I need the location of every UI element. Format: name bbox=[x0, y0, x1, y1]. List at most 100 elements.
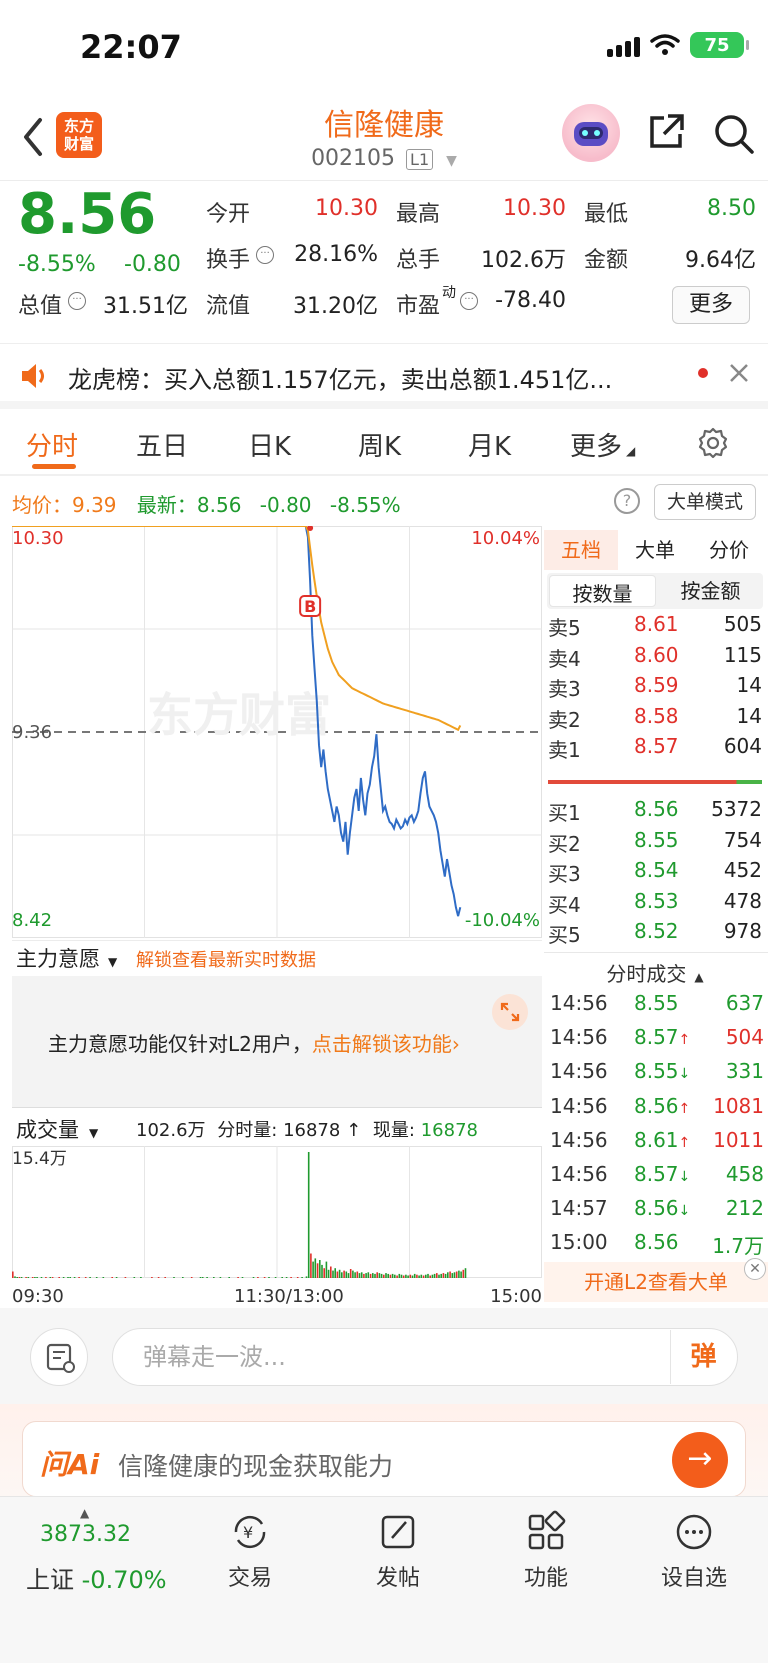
volume-bar bbox=[400, 1274, 403, 1278]
volume-bar bbox=[431, 1274, 434, 1278]
stat-value: 31.51亿 bbox=[103, 294, 188, 319]
tab-big-orders[interactable]: 大单 bbox=[618, 530, 692, 570]
expand-icon[interactable] bbox=[492, 994, 528, 1030]
watermark: 东方财富 bbox=[147, 688, 331, 742]
intraday-chart[interactable]: 东方财富 10.30 8.42 9.36 10.04% -10.04% B bbox=[12, 526, 542, 938]
ask-row[interactable]: 卖2 8.58 14 bbox=[548, 704, 762, 736]
nav-post[interactable]: 发帖 bbox=[338, 1510, 458, 1592]
volume-bar bbox=[307, 1152, 310, 1278]
volume-bar bbox=[133, 1277, 136, 1278]
unlock-feature-link[interactable]: 点击解锁该功能 bbox=[312, 1032, 452, 1056]
tick-price: 8.56↓ bbox=[634, 1196, 691, 1221]
tab-weekly-k[interactable]: 周K bbox=[358, 426, 401, 463]
tab-five-day[interactable]: 五日 bbox=[136, 426, 188, 463]
volume-bar bbox=[84, 1277, 87, 1278]
volume-bar bbox=[365, 1273, 367, 1278]
indicator-select[interactable]: 主力意愿 ▼ bbox=[16, 943, 117, 973]
level-price: 8.57 bbox=[634, 734, 679, 758]
ask-row[interactable]: 卖1 8.57 604 bbox=[548, 734, 762, 766]
volume-bar bbox=[411, 1275, 414, 1278]
pct-max-label: 10.04% bbox=[471, 528, 540, 549]
indicator-unlock-link[interactable]: 解锁查看最新实时数据 bbox=[136, 946, 316, 972]
volume-bar bbox=[49, 1277, 52, 1278]
volume-bar bbox=[190, 1277, 193, 1278]
share-icon[interactable] bbox=[646, 112, 686, 152]
big-order-mode-button[interactable]: 大单模式 bbox=[654, 484, 756, 520]
level-name: 买4 bbox=[548, 892, 581, 917]
info-icon[interactable]: ··· bbox=[460, 292, 478, 310]
ai-go-arrow-icon[interactable]: → bbox=[672, 1432, 728, 1488]
tick-volume: 458 bbox=[725, 1162, 764, 1186]
comment-list-icon[interactable] bbox=[30, 1328, 88, 1386]
bid-row[interactable]: 买5 8.52 978 bbox=[548, 919, 762, 951]
danmu-input[interactable]: 弹幕走一波... bbox=[112, 1328, 738, 1386]
stat-label: 最低 bbox=[584, 202, 629, 227]
l2-upgrade-banner[interactable]: 开通L2查看大单 bbox=[544, 1262, 768, 1302]
volume-bar bbox=[458, 1270, 460, 1278]
volume-chart[interactable]: 15.4万 bbox=[12, 1146, 542, 1278]
tab-more[interactable]: 更多 ◢ bbox=[570, 426, 635, 463]
volume-bar bbox=[111, 1277, 113, 1278]
tick-time: 14:56 bbox=[550, 1059, 608, 1084]
index-value[interactable]: 3873.32 bbox=[40, 1522, 131, 1547]
volume-bar bbox=[151, 1277, 153, 1278]
ask-row[interactable]: 卖4 8.60 115 bbox=[548, 643, 762, 675]
volume-bar bbox=[356, 1271, 359, 1278]
assistant-robot-icon[interactable] bbox=[562, 104, 620, 162]
volume-bar bbox=[201, 1277, 204, 1278]
tab-five-levels[interactable]: 五档 bbox=[544, 530, 618, 570]
volume-bar bbox=[40, 1277, 43, 1278]
volume-bar bbox=[237, 1277, 239, 1278]
volume-select[interactable]: 成交量 ▼ bbox=[16, 1114, 98, 1144]
volume-bar bbox=[349, 1269, 352, 1278]
tab-monthly-k[interactable]: 月K bbox=[468, 426, 511, 463]
tab-daily-k[interactable]: 日K bbox=[248, 426, 291, 463]
tab-price-dist[interactable]: 分价 bbox=[692, 530, 766, 570]
volume-bar bbox=[433, 1273, 436, 1278]
more-stats-button[interactable]: 更多 bbox=[672, 286, 750, 324]
mode-by-amount[interactable]: 按金额 bbox=[658, 573, 763, 609]
volume-bar bbox=[385, 1273, 387, 1278]
ticks-title[interactable]: 分时成交 ▲ bbox=[544, 958, 766, 987]
stat-value: 10.30 bbox=[503, 196, 566, 221]
volume-bar bbox=[206, 1277, 208, 1278]
info-icon[interactable]: ··· bbox=[256, 246, 274, 264]
volume-bar bbox=[173, 1277, 175, 1278]
volume-bar bbox=[301, 1277, 303, 1278]
ask-row[interactable]: 卖5 8.61 505 bbox=[548, 612, 762, 644]
volume-bar bbox=[380, 1273, 383, 1278]
volume-bar bbox=[358, 1273, 361, 1278]
nav-add-watchlist[interactable]: 设自选 bbox=[634, 1510, 754, 1592]
index-name[interactable]: 上证 -0.70% bbox=[26, 1560, 167, 1595]
nav-functions[interactable]: 功能 bbox=[486, 1510, 606, 1592]
mode-by-quantity[interactable]: 按数量 bbox=[549, 575, 656, 607]
tab-fenshi[interactable]: 分时 bbox=[26, 426, 78, 463]
volume-bar bbox=[316, 1263, 319, 1278]
volume-bar bbox=[352, 1270, 354, 1278]
nav-trade[interactable]: ¥ 交易 bbox=[190, 1510, 310, 1592]
close-icon[interactable] bbox=[728, 362, 750, 384]
search-icon[interactable] bbox=[712, 112, 756, 156]
buy-marker: B bbox=[299, 595, 322, 617]
bid-row[interactable]: 买4 8.53 478 bbox=[548, 889, 762, 921]
order-book-mode: 按数量 按金额 bbox=[547, 573, 763, 609]
bid-row[interactable]: 买3 8.54 452 bbox=[548, 858, 762, 890]
l2-close-icon[interactable]: ✕ bbox=[744, 1258, 766, 1280]
volume-bar bbox=[25, 1277, 27, 1278]
settings-gear-icon[interactable] bbox=[696, 426, 730, 460]
latest-label: 最新： bbox=[136, 493, 197, 517]
ask-row[interactable]: 卖3 8.59 14 bbox=[548, 673, 762, 705]
bid-row[interactable]: 买2 8.55 754 bbox=[548, 828, 762, 860]
volume-max-label: 15.4万 bbox=[12, 1149, 67, 1169]
volume-bar bbox=[367, 1272, 370, 1278]
volume-bar bbox=[319, 1260, 321, 1278]
tick-volume: 1081 bbox=[713, 1093, 764, 1118]
info-icon[interactable]: ··· bbox=[68, 292, 86, 310]
help-icon[interactable]: ? bbox=[614, 488, 640, 514]
banner-text[interactable]: 龙虎榜：买入总额1.157亿元，卖出总额1.451亿... bbox=[68, 360, 638, 395]
level-volume: 452 bbox=[723, 858, 762, 882]
volume-bar bbox=[363, 1273, 365, 1278]
ai-prompt-text[interactable]: 信隆健康的现金获取能力 bbox=[118, 1447, 393, 1483]
bid-row[interactable]: 买1 8.56 5372 bbox=[548, 797, 762, 829]
danmu-toggle-button[interactable]: 弹 bbox=[670, 1330, 736, 1384]
